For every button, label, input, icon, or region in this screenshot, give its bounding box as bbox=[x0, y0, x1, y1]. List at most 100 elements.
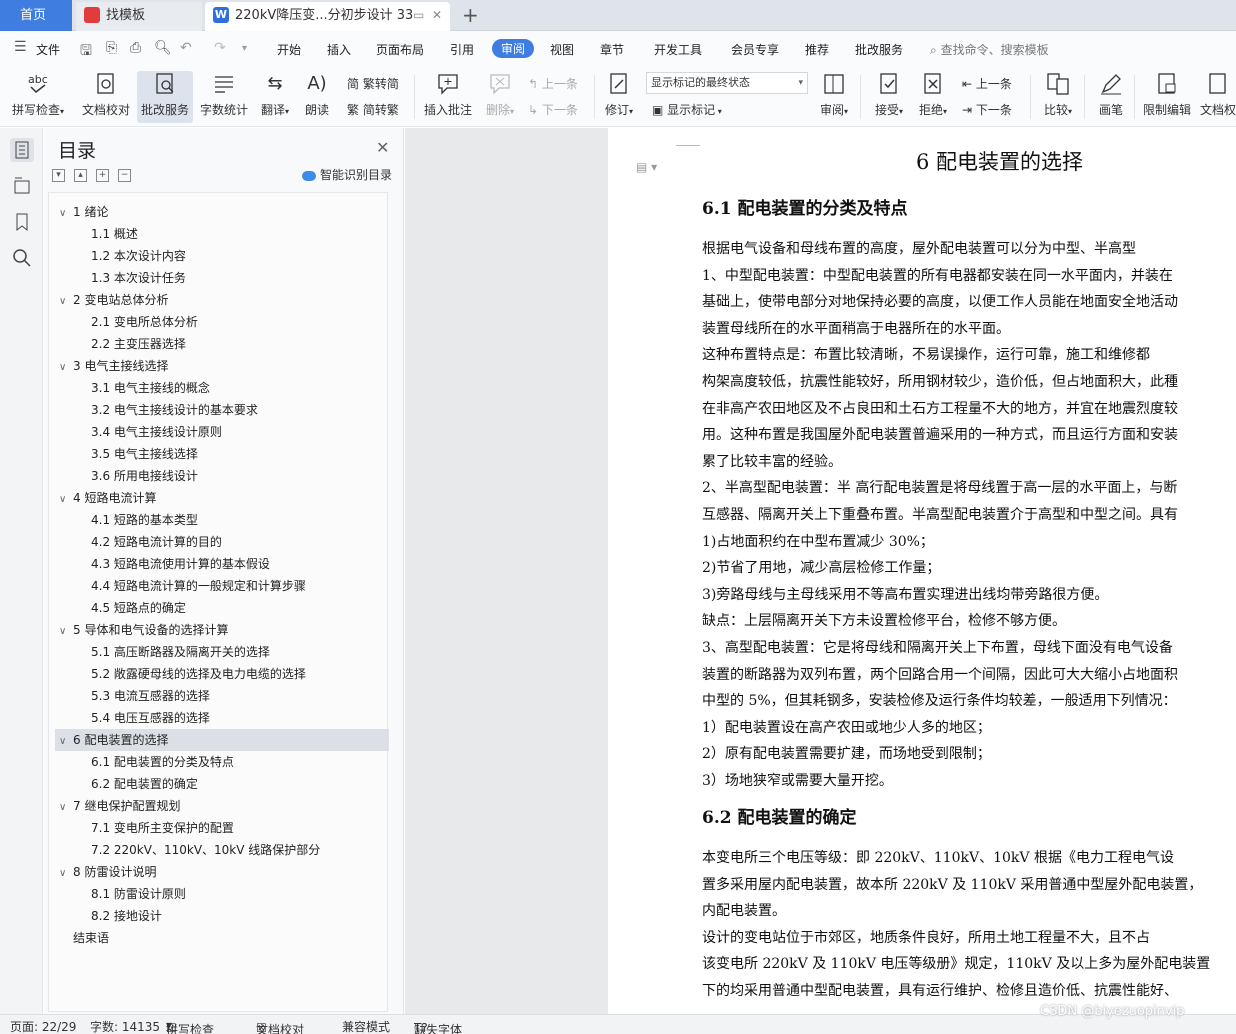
preview-icon[interactable]: 🔍︎ bbox=[154, 40, 172, 56]
toc-item[interactable]: ∨ 6 配电装置的选择 bbox=[55, 729, 389, 751]
menu-layout[interactable]: 页面布局 bbox=[376, 41, 424, 58]
menu-start[interactable]: 开始 bbox=[277, 41, 301, 58]
toc-item[interactable]: ∨ 3 电气主接线选择 bbox=[59, 355, 168, 377]
next-change-button[interactable]: ⇥ 下一条 bbox=[962, 101, 1012, 118]
window-icon[interactable]: ▭ bbox=[413, 8, 424, 22]
read-aloud-button[interactable]: A) 朗读 bbox=[300, 71, 334, 118]
chapter-nav-icon[interactable] bbox=[10, 174, 34, 198]
expand-all-icon[interactable]: ▴ bbox=[74, 169, 87, 182]
show-markup-button[interactable]: ▣ 显示标记 ▾ bbox=[652, 101, 722, 118]
simp-to-trad-button[interactable]: 繁 简转繁 bbox=[347, 101, 399, 118]
translate-button[interactable]: ⇆ 翻译▾ bbox=[256, 71, 294, 118]
status-spellcheck[interactable]: ☑ 拼写检查 ▾ bbox=[166, 1018, 214, 1034]
toc-item[interactable]: 3.6 所用电接线设计 bbox=[91, 465, 198, 487]
tab-find-template[interactable]: 找模板 bbox=[76, 2, 202, 31]
menu-correction[interactable]: 批改服务 bbox=[855, 41, 903, 58]
toc-item[interactable]: 6.1 配电装置的分类及特点 bbox=[91, 751, 234, 773]
tab-document[interactable]: W 220kV降压变...分初步设计 33 ▭ ✕ bbox=[205, 2, 450, 31]
collapse-all-icon[interactable]: ▾ bbox=[52, 169, 65, 182]
doc-permission-button[interactable]: 文档权 bbox=[1200, 71, 1236, 118]
document-icon[interactable]: ▤ ▾ bbox=[636, 160, 657, 174]
close-icon[interactable]: ✕ bbox=[376, 138, 389, 157]
toc-item[interactable]: ∨ 2 变电站总体分析 bbox=[59, 289, 168, 311]
save-icon[interactable]: 🖫 bbox=[80, 40, 92, 64]
delete-comment-button[interactable]: 删除▾ bbox=[480, 71, 520, 118]
toc-item[interactable]: 8.2 接地设计 bbox=[91, 905, 162, 927]
revise-button[interactable]: 修订▾ bbox=[600, 71, 638, 118]
close-tab-icon[interactable]: ✕ bbox=[432, 8, 442, 22]
undo-icon[interactable]: ↶ bbox=[180, 40, 192, 56]
toc-item[interactable]: 7.2 220kV、110kV、10kV 线路保护部分 bbox=[91, 839, 320, 861]
chevron-down-icon[interactable]: ∨ bbox=[59, 291, 73, 313]
toc-item[interactable]: ∨ 8 防雷设计说明 bbox=[59, 861, 156, 883]
word-count[interactable]: 字数: 14135 bbox=[90, 1018, 160, 1034]
compare-button[interactable]: 比较▾ bbox=[1038, 71, 1078, 118]
toc-item[interactable]: ∨ 5 导体和电气设备的选择计算 bbox=[59, 619, 228, 641]
review-pane-button[interactable]: 审阅▾ bbox=[816, 71, 852, 118]
menu-member[interactable]: 会员专享 bbox=[731, 41, 779, 58]
toc-panel-icon[interactable] bbox=[10, 138, 34, 162]
bookmark-icon[interactable] bbox=[10, 210, 34, 234]
next-comment-button[interactable]: ↳ 下一条 bbox=[528, 101, 578, 118]
reject-button[interactable]: 拒绝▾ bbox=[914, 71, 952, 118]
chevron-down-icon[interactable]: ∨ bbox=[59, 621, 73, 643]
toc-item[interactable]: 8.1 防雷设计原则 bbox=[91, 883, 186, 905]
toc-item[interactable]: 3.5 电气主接线选择 bbox=[91, 443, 198, 465]
toc-item[interactable]: 7.1 变电所主变保护的配置 bbox=[91, 817, 234, 839]
toc-item[interactable]: 1.3 本次设计任务 bbox=[91, 267, 186, 289]
toc-item[interactable]: 6.2 配电装置的确定 bbox=[91, 773, 198, 795]
toc-item[interactable]: 1.1 概述 bbox=[91, 223, 138, 245]
menu-recommend[interactable]: 推荐 bbox=[805, 41, 829, 58]
toc-item[interactable]: 5.1 高压断路器及隔离开关的选择 bbox=[91, 641, 270, 663]
toc-item[interactable]: 1.2 本次设计内容 bbox=[91, 245, 186, 267]
page-indicator[interactable]: 页面: 22/29 bbox=[10, 1018, 76, 1034]
markup-state-select[interactable]: 显示标记的最终状态 ▾ bbox=[646, 72, 808, 94]
add-heading-icon[interactable]: + bbox=[96, 169, 109, 182]
toc-item[interactable]: 4.4 短路电流计算的一般规定和计算步骤 bbox=[91, 575, 306, 597]
spellcheck-button[interactable]: abc 拼写检查▾ bbox=[10, 71, 66, 118]
chevron-down-icon[interactable]: ∨ bbox=[59, 357, 73, 379]
toc-item[interactable]: 结束语 bbox=[59, 927, 109, 949]
correction-button[interactable]: 批改服务 bbox=[137, 71, 193, 123]
command-search[interactable]: ⌕ 查找命令、搜索模板 bbox=[930, 41, 1049, 58]
prev-comment-button[interactable]: ↰ 上一条 bbox=[528, 75, 578, 92]
toc-item[interactable]: 2.2 主变压器选择 bbox=[91, 333, 186, 355]
toc-item[interactable]: 3.4 电气主接线设计原则 bbox=[91, 421, 222, 443]
remove-heading-icon[interactable]: − bbox=[118, 169, 131, 182]
toc-item[interactable]: ∨ 1 绪论 bbox=[59, 201, 108, 223]
menu-file[interactable]: 文件 bbox=[36, 41, 60, 58]
toc-item[interactable]: ∨ 4 短路电流计算 bbox=[59, 487, 156, 509]
toc-item[interactable]: 4.5 短路点的确定 bbox=[91, 597, 186, 619]
toc-item[interactable]: 4.1 短路的基本类型 bbox=[91, 509, 198, 531]
chevron-down-icon[interactable]: ∨ bbox=[59, 203, 73, 225]
redo-icon[interactable]: ↷ bbox=[214, 40, 226, 56]
chevron-down-icon[interactable]: ∨ bbox=[59, 489, 73, 511]
menu-dev-tools[interactable]: 开发工具 bbox=[654, 41, 702, 58]
accept-button[interactable]: 接受▾ bbox=[870, 71, 908, 118]
prev-change-button[interactable]: ⇤ 上一条 bbox=[962, 75, 1012, 92]
tab-home[interactable]: 首页 bbox=[0, 0, 72, 31]
smart-toc-button[interactable]: 智能识别目录 bbox=[302, 166, 392, 183]
toc-item[interactable]: 4.2 短路电流计算的目的 bbox=[91, 531, 222, 553]
wordcount-button[interactable]: 字数统计 bbox=[198, 71, 250, 118]
insert-comment-button[interactable]: 插入批注 bbox=[422, 71, 474, 118]
restrict-editing-button[interactable]: 限制编辑 bbox=[1140, 71, 1194, 118]
toc-item[interactable]: 4.3 短路电流使用计算的基本假设 bbox=[91, 553, 270, 575]
customize-icon[interactable]: ▾ bbox=[242, 43, 247, 54]
search-icon[interactable] bbox=[10, 246, 34, 270]
toc-item[interactable]: 5.2 敞露硬母线的选择及电力电缆的选择 bbox=[91, 663, 306, 685]
new-tab-button[interactable]: + bbox=[462, 3, 479, 27]
print-icon[interactable]: ⎙ bbox=[130, 40, 141, 56]
toc-item[interactable]: 5.3 电流互感器的选择 bbox=[91, 685, 210, 707]
hamburger-icon[interactable]: ☰ bbox=[14, 39, 27, 55]
toc-item[interactable]: 3.2 电气主接线设计的基本要求 bbox=[91, 399, 258, 421]
chevron-down-icon[interactable]: ∨ bbox=[59, 797, 73, 819]
toc-item[interactable]: 3.1 电气主接线的概念 bbox=[91, 377, 210, 399]
menu-view[interactable]: 视图 bbox=[550, 41, 574, 58]
pen-button[interactable]: 画笔 bbox=[1094, 71, 1128, 118]
toc-item[interactable]: ∨ 7 继电保护配置规划 bbox=[59, 795, 180, 817]
menu-review[interactable]: 审阅 bbox=[492, 39, 535, 58]
trad-to-simp-button[interactable]: 简 繁转简 bbox=[347, 75, 399, 92]
export-icon[interactable]: ⎘ bbox=[106, 40, 117, 56]
toc-item[interactable]: 2.1 变电所总体分析 bbox=[91, 311, 198, 333]
